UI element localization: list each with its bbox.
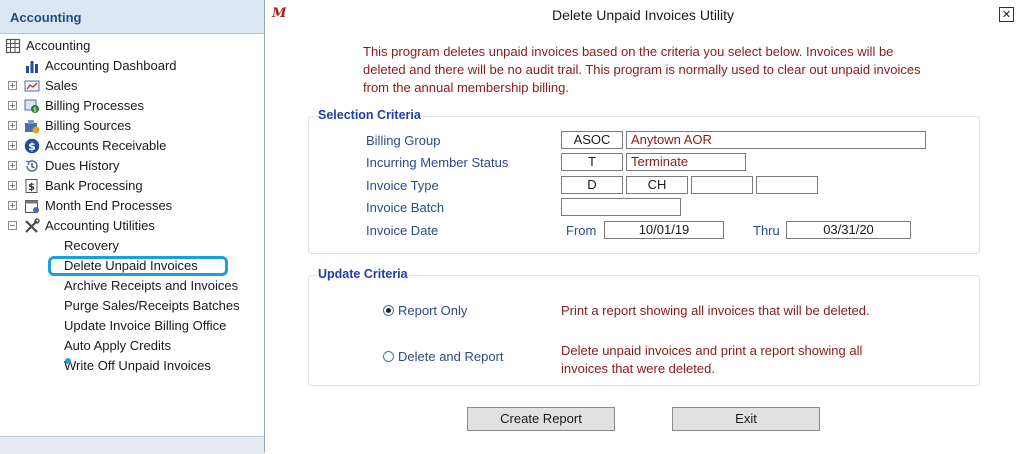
navigation-panel: Accounting Accounting Accounting Dashboa… [0,0,265,454]
update-criteria-title: Update Criteria [318,267,408,281]
svg-text:$: $ [28,140,36,153]
tree-item-accounts-receivable[interactable]: + $ Accounts Receivable [0,136,264,156]
tree-item-label: Archive Receipts and Invoices [64,278,239,293]
thru-label: Thru [753,223,780,238]
dollar-icon: $ [24,138,40,154]
selection-criteria-title: Selection Criteria [318,108,421,122]
report-only-radio[interactable] [383,305,394,316]
tree-item-accounting-dashboard[interactable]: Accounting Dashboard [0,56,264,76]
nav-footer [0,436,264,454]
tree-item-label: Sales [45,78,78,93]
invoice-type-field-3[interactable] [691,176,753,194]
create-report-button[interactable]: Create Report [467,407,615,431]
tree-item-accounting[interactable]: Accounting [0,36,264,56]
tree-item-label: Update Invoice Billing Office [64,318,227,333]
grid-icon [5,38,21,54]
billing-icon: $ [24,99,39,114]
delete-and-report-radio[interactable] [383,351,394,362]
delete-and-report-label[interactable]: Delete and Report [398,349,504,364]
sales-chart-icon [24,80,40,92]
tree-item-archive-receipts-and-invoices[interactable]: Archive Receipts and Invoices [0,276,264,296]
tree-item-auto-apply-credits[interactable]: Auto Apply Credits [0,336,264,356]
tree-item-label: Month End Processes [45,198,173,213]
history-icon [25,160,38,172]
delete-unpaid-invoices-dialog: M Delete Unpaid Invoices Utility ✕ This … [266,0,1020,453]
expand-icon[interactable]: + [8,101,17,110]
invoice-batch-field[interactable] [561,198,681,216]
delete-and-report-description: Delete unpaid invoices and print a repor… [561,343,863,376]
tree-item-purge-sales-receipts-batches[interactable]: Purge Sales/Receipts Batches [0,296,264,316]
tree-item-label: Accounts Receivable [45,138,167,153]
calendar-icon [25,200,39,213]
tree-item-update-invoice-billing-office[interactable]: Update Invoice Billing Office [0,316,264,336]
invoice-type-field-2[interactable]: CH [626,176,688,194]
tree-item-billing-processes[interactable]: + $ Billing Processes [0,96,264,116]
program-description: This program deletes unpaid invoices bas… [363,44,921,95]
tree-item-sales[interactable]: + Sales [0,76,264,96]
report-only-description: Print a report showing all invoices that… [561,303,870,318]
expand-icon[interactable]: + [8,161,17,170]
expand-icon[interactable]: + [8,81,17,90]
invoice-type-field-1[interactable]: D [561,176,623,194]
tree-item-label: Accounting [26,38,91,53]
nav-header: Accounting [0,0,264,34]
close-button[interactable]: ✕ [999,7,1014,22]
tree-item-label: Accounting Utilities [45,218,155,233]
nav-tree: Accounting Accounting Dashboard + Sales … [0,36,264,376]
tree-item-label: Auto Apply Credits [64,338,171,353]
tree-item-label: Recovery [64,238,119,253]
selection-highlight [48,256,228,276]
billing-group-label: Billing Group [366,133,441,148]
invoice-type-field-4[interactable] [756,176,818,194]
tree-item-label: Dues History [45,158,120,173]
tree-item-label: Billing Processes [45,98,144,113]
expand-icon[interactable]: + [8,201,17,210]
expand-icon[interactable]: + [8,141,17,150]
tree-item-bank-processing[interactable]: + $ Bank Processing [0,176,264,196]
svg-text:$: $ [28,182,35,193]
tree-item-month-end-processes[interactable]: + Month End Processes [0,196,264,216]
member-status-name-field[interactable]: Terminate [626,153,746,171]
exit-button[interactable]: Exit [672,407,820,431]
cursor-dot [65,358,71,364]
tree-item-label: Purge Sales/Receipts Batches [64,298,240,313]
collapse-icon[interactable]: − [8,221,17,230]
bank-icon: $ [25,179,38,193]
tools-icon [25,218,40,233]
invoice-type-label: Invoice Type [366,178,439,193]
expand-icon[interactable]: + [8,181,17,190]
svg-text:$: $ [33,107,37,114]
billing-group-name-field[interactable]: Anytown AOR [626,131,926,149]
report-only-label[interactable]: Report Only [398,303,467,318]
tree-item-accounting-utilities[interactable]: − Accounting Utilities [0,216,264,236]
member-status-label: Incurring Member Status [366,155,509,170]
tree-item-billing-sources[interactable]: + Billing Sources [0,116,264,136]
expand-icon[interactable]: + [8,121,17,130]
selection-criteria-group: Selection Criteria Billing Group ASOC An… [308,108,980,254]
dialog-title: Delete Unpaid Invoices Utility [551,7,735,23]
dialog-titlebar: M Delete Unpaid Invoices Utility ✕ [266,0,1020,30]
thru-date-field[interactable]: 03/31/20 [786,221,911,239]
billing-group-code-field[interactable]: ASOC [561,131,623,149]
update-criteria-group: Update Criteria Report Only Print a repo… [308,267,980,386]
tree-item-label: Billing Sources [45,118,131,133]
bar-chart-icon [26,61,38,73]
tree-item-label: Bank Processing [45,178,143,193]
tree-item-label: Accounting Dashboard [45,58,177,73]
from-label: From [566,223,597,238]
from-date-field[interactable]: 10/01/19 [604,221,724,239]
billing-sources-icon [25,120,40,134]
tree-item-label: Write Off Unpaid Invoices [64,358,211,373]
invoice-date-label: Invoice Date [366,223,439,238]
tree-item-dues-history[interactable]: + Dues History [0,156,264,176]
tree-item-recovery[interactable]: Recovery [0,236,264,256]
invoice-batch-label: Invoice Batch [366,200,445,215]
member-status-code-field[interactable]: T [561,153,623,171]
tree-item-write-off-unpaid-invoices[interactable]: Write Off Unpaid Invoices [0,356,264,376]
